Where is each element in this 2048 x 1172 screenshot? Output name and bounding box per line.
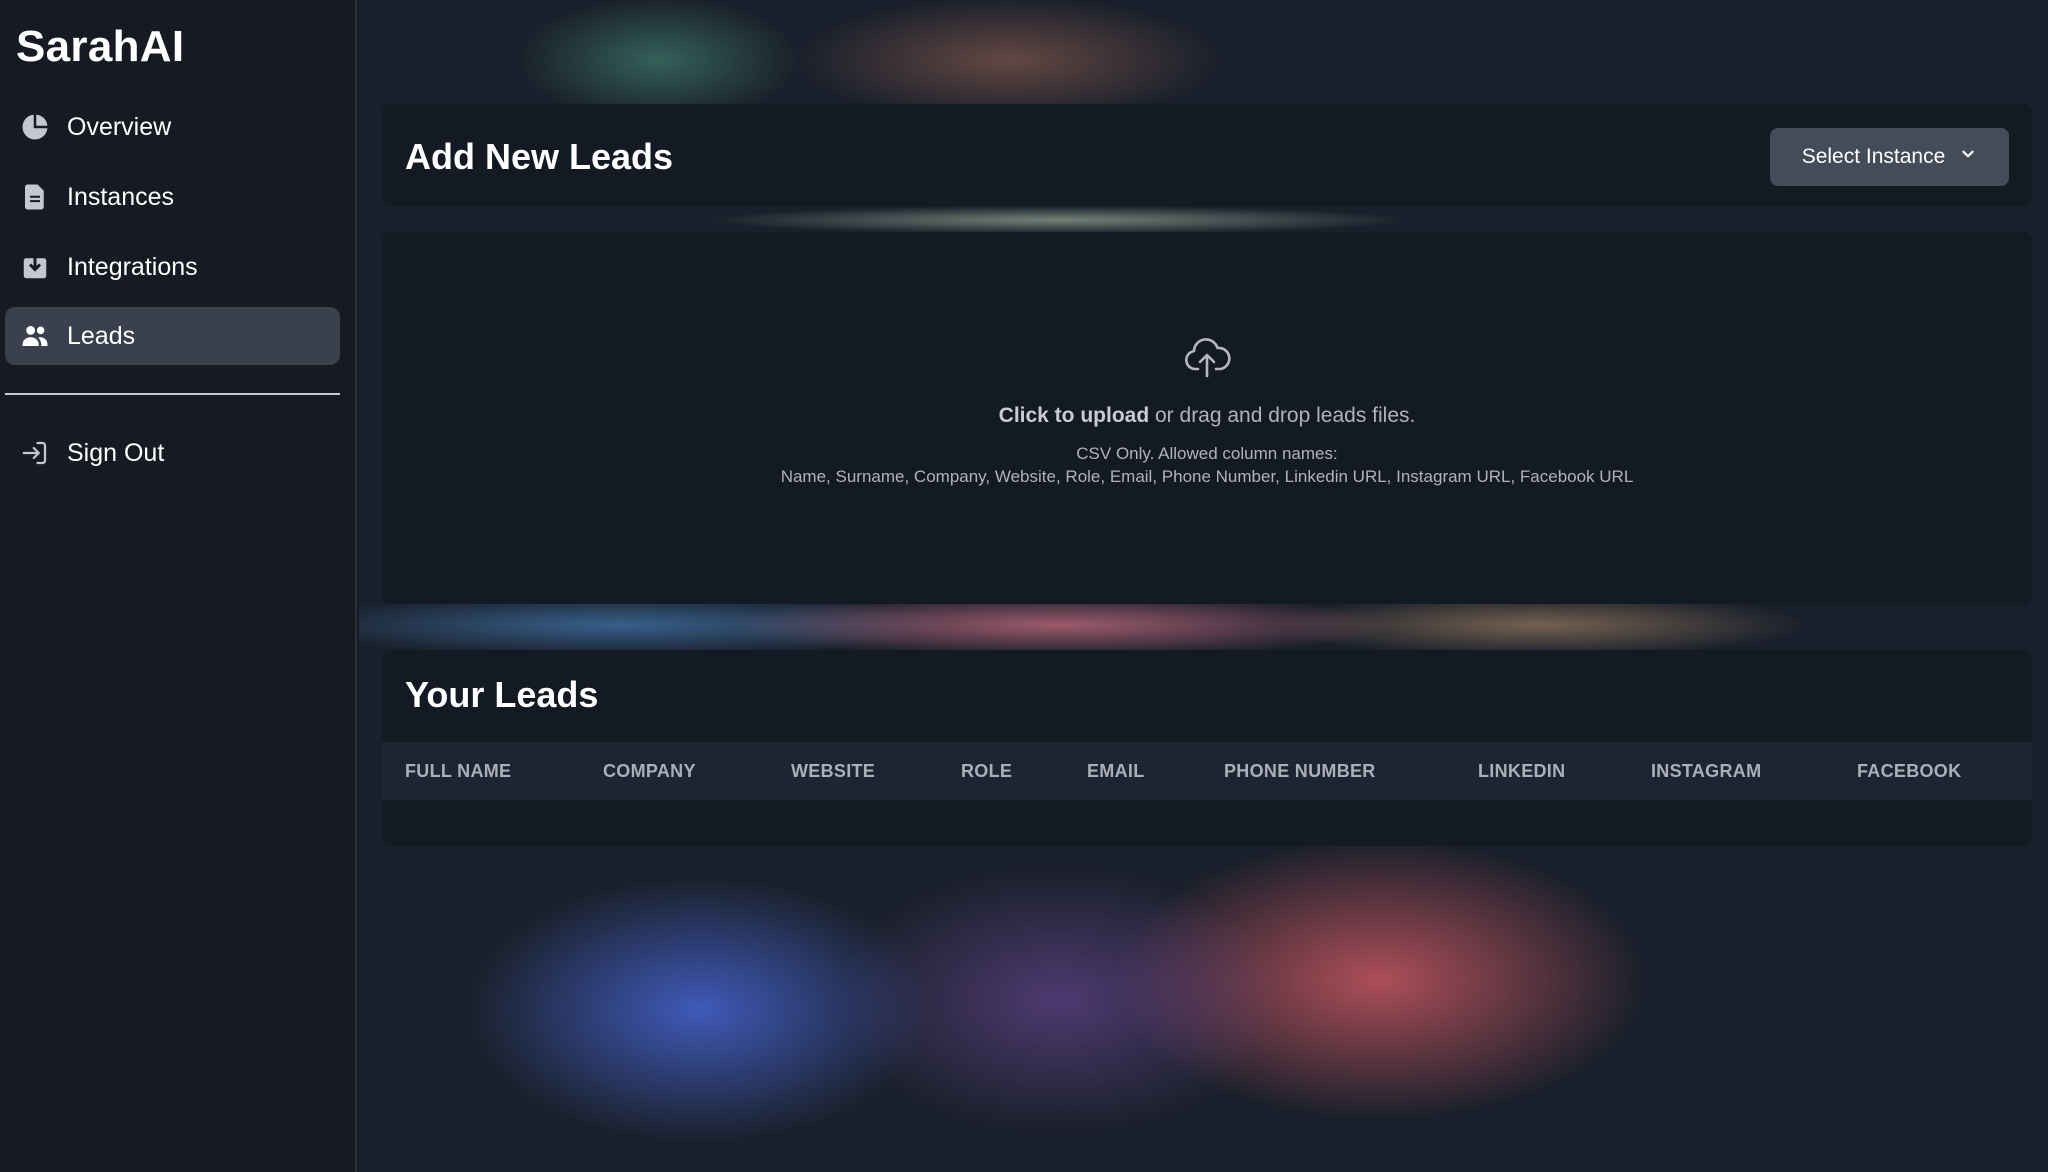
column-header-website: WEBSITE — [791, 761, 876, 781]
sign-out-button[interactable]: Sign Out — [5, 424, 340, 482]
page-title: Add New Leads — [405, 136, 674, 177]
select-instance-label: Select Instance — [1801, 145, 1946, 168]
file-dropzone[interactable]: Click to upload or drag and drop leads f… — [382, 232, 2032, 604]
chevron-down-icon — [1959, 145, 1977, 169]
sidebar: SarahAI Overview Instances Integrations … — [0, 0, 357, 1172]
document-icon — [18, 180, 52, 214]
section-title: Your Leads — [405, 674, 599, 715]
column-header-linkedin: LINKEDIN — [1478, 761, 1566, 781]
sidebar-item-label: Overview — [67, 112, 172, 141]
sidebar-item-label: Integrations — [67, 252, 198, 281]
column-header-full-name: FULL NAME — [405, 761, 512, 781]
click-to-upload-link[interactable]: Click to upload — [999, 404, 1150, 427]
upload-card: Click to upload or drag and drop leads f… — [382, 232, 2032, 604]
sidebar-item-leads[interactable]: Leads — [5, 307, 340, 365]
column-header-email: EMAIL — [1087, 761, 1145, 781]
sign-out-label: Sign Out — [67, 438, 165, 467]
sidebar-divider — [5, 393, 340, 395]
download-box-icon — [18, 250, 52, 284]
column-header-company: COMPANY — [603, 761, 696, 781]
column-header-facebook: FACEBOOK — [1857, 761, 1962, 781]
sidebar-item-label: Leads — [67, 321, 136, 350]
leads-table-header: FULL NAME COMPANY WEBSITE ROLE EMAIL PHO… — [382, 742, 2032, 800]
sidebar-item-instances[interactable]: Instances — [5, 168, 340, 226]
column-header-role: ROLE — [961, 761, 1013, 781]
your-leads-card: Your Leads FULL NAME COMPANY WEBSITE ROL… — [382, 650, 2032, 846]
column-header-phone-number: PHONE NUMBER — [1224, 761, 1376, 781]
drag-drop-text: or drag and drop leads files. — [1149, 404, 1416, 427]
main-content: Add New Leads Select Instance Click to u… — [359, 0, 2048, 1172]
upload-instructions: Click to upload or drag and drop leads f… — [999, 404, 1416, 428]
app-logo: SarahAI — [16, 22, 185, 71]
pie-chart-icon — [18, 110, 52, 144]
select-instance-dropdown[interactable]: Select Instance — [1770, 128, 2009, 186]
column-header-instagram: INSTAGRAM — [1651, 761, 1762, 781]
add-leads-header: Add New Leads Select Instance — [382, 104, 2032, 206]
csv-requirements: CSV Only. Allowed column names: Name, Su… — [781, 442, 1634, 488]
cloud-upload-icon — [1183, 336, 1231, 380]
sidebar-item-overview[interactable]: Overview — [5, 98, 340, 156]
sidebar-item-integrations[interactable]: Integrations — [5, 238, 340, 296]
sign-in-arrow-icon — [18, 436, 52, 470]
csv-only-note: CSV Only. Allowed column names: — [1076, 444, 1338, 463]
allowed-columns-note: Name, Surname, Company, Website, Role, E… — [780, 467, 1634, 486]
sidebar-item-label: Instances — [67, 182, 175, 211]
app-root: SarahAI Overview Instances Integrations … — [0, 0, 2048, 1172]
users-icon — [18, 319, 52, 353]
